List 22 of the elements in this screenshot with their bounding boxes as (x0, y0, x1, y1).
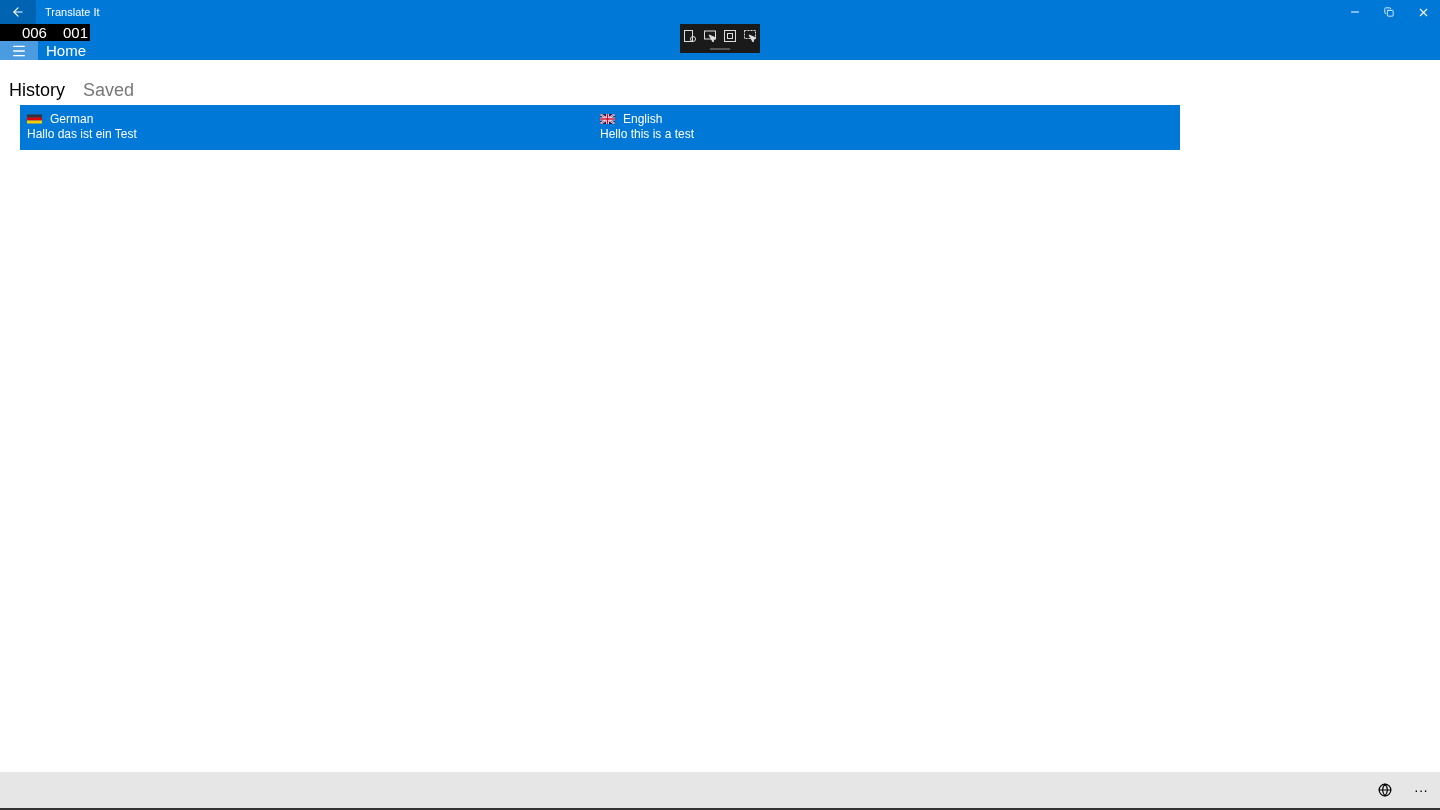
counter-number: 001 (62, 24, 88, 41)
more-button[interactable]: ··· (1414, 782, 1428, 798)
history-item[interactable]: German Hallo das ist ein Test English Hello this is a test (20, 105, 1180, 150)
globe-icon[interactable] (1378, 783, 1392, 797)
selection-cursor-icon[interactable] (743, 29, 757, 43)
language-name: English (623, 112, 663, 126)
counter-number: 006 (21, 24, 47, 41)
tab[interactable]: Saved (83, 76, 135, 105)
restore-icon (1384, 7, 1394, 17)
document-gear-icon[interactable] (683, 29, 697, 43)
page-title: Home (46, 42, 86, 59)
flag-icon (600, 114, 615, 124)
back-button[interactable] (0, 0, 36, 24)
language-name: German (50, 112, 94, 126)
frame-icon[interactable] (723, 29, 737, 43)
menu-button[interactable] (0, 41, 38, 60)
tab[interactable]: History (9, 76, 65, 105)
translation-text: Hello this is a test (600, 127, 696, 141)
translation-text: Hallo das ist ein Test (27, 127, 138, 141)
flag-icon (27, 114, 42, 124)
window-title: Translate It (45, 6, 101, 18)
screen-cursor-icon[interactable] (703, 29, 717, 43)
